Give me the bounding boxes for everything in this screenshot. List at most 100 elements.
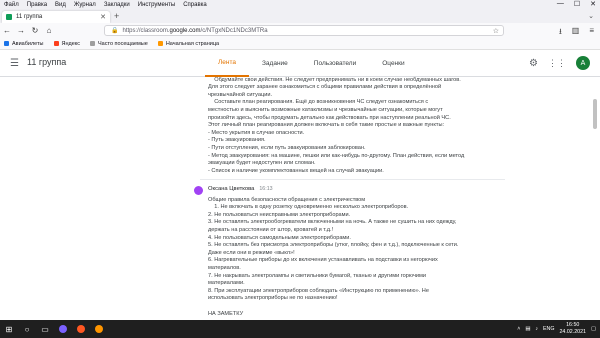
class-tabs: Лента Задание Пользователи Оценки <box>205 50 418 77</box>
bookmark-start-page[interactable]: Начальная страница <box>157 41 219 47</box>
app-icon[interactable] <box>72 320 90 338</box>
new-tab-icon[interactable]: + <box>114 11 119 21</box>
text-line: Даже если они в режиме «выкл»! <box>208 249 295 256</box>
text-line: 5. Не оставлять без присмотра электропри… <box>208 242 459 249</box>
volume-icon[interactable]: ♪ <box>535 326 538 332</box>
author-avatar <box>194 186 203 195</box>
menu-view[interactable]: Вид <box>55 2 66 8</box>
folder-icon <box>90 41 96 46</box>
close-window-icon[interactable]: ✕ <box>590 0 596 8</box>
tab-grades[interactable]: Оценки <box>369 50 417 77</box>
text-line: Этот личный план реагирования должен вкл… <box>208 122 445 129</box>
menu-bookmarks[interactable]: Закладки <box>104 2 130 8</box>
firefox-taskbar-icon[interactable] <box>90 320 108 338</box>
clock-date: 24.02.2021 <box>559 328 586 335</box>
stream-content: привести к гибели. Обдумайте свои действ… <box>0 77 600 320</box>
tab-title: 11 группа <box>16 14 43 20</box>
window-controls: — ☐ ✕ <box>547 0 596 8</box>
text-line: чрезвычайной ситуации. <box>208 91 272 98</box>
address-bar[interactable]: 🔒 https://classroom.google.com/c/NTgxNDc… <box>104 25 504 36</box>
back-icon[interactable]: ← <box>0 26 14 35</box>
tab-list-chevron-down-icon[interactable]: ⌄ <box>588 12 594 20</box>
minimize-icon[interactable]: — <box>557 0 564 8</box>
scrollbar[interactable] <box>593 79 597 317</box>
bookmark-star-icon[interactable]: ☆ <box>493 27 499 35</box>
text-line: использовать электроприборы не по назнач… <box>208 295 338 302</box>
close-tab-icon[interactable]: ✕ <box>100 13 106 21</box>
text-line: Для этого следует заранее ознакомиться с… <box>208 84 442 91</box>
text-line: эвакуации будет недоступен или сломан. <box>208 160 316 167</box>
text-line: 1. Не включать в одну розетку одновремен… <box>208 204 409 211</box>
comment-body: Общие правила безопасности обращения с э… <box>208 197 508 319</box>
text-line: материалов. <box>208 264 241 271</box>
clock[interactable]: 16:50 24.02.2021 <box>559 322 586 335</box>
system-tray: ˄ ▤ ♪ ENG 16:50 24.02.2021 ▢ <box>517 322 596 335</box>
text-line: - Путь эвакуирования. <box>208 137 266 144</box>
text-line: НА ЗАМЕТКУ <box>208 310 244 317</box>
text-line: - Список и наличие укомплектованных веще… <box>208 167 384 174</box>
divider <box>200 179 505 180</box>
menu-tools[interactable]: Инструменты <box>138 2 175 8</box>
classroom-favicon-icon <box>6 14 12 20</box>
bookmark-icon <box>4 41 9 46</box>
app-icon[interactable] <box>54 320 72 338</box>
header-actions: ⚙ ⋮⋮ A <box>529 56 590 70</box>
avatar[interactable]: A <box>576 56 590 70</box>
lock-icon[interactable]: 🔒 <box>111 27 118 34</box>
classroom-header: ☰ 11 группа Лента Задание Пользователи О… <box>0 50 600 77</box>
hamburger-menu-icon[interactable]: ☰ <box>10 58 19 69</box>
gear-icon[interactable]: ⚙ <box>529 58 538 69</box>
text-line: - Пути отступления, если путь эвакуирова… <box>208 144 366 151</box>
tab-strip: 11 группа ✕ + ⌄ <box>0 10 600 23</box>
yandex-icon <box>53 41 59 46</box>
text-line: - Метод эвакуирования: на машине, пешки … <box>208 152 465 159</box>
windows-taskbar: ⊞ ○ ▭ ˄ ▤ ♪ ENG 16:50 24.02.2021 ▢ <box>0 320 600 338</box>
browser-menubar: Файл Правка Вид Журнал Закладки Инструме… <box>0 0 600 10</box>
notifications-icon[interactable]: ▢ <box>591 326 596 332</box>
scrollbar-thumb[interactable] <box>593 99 597 129</box>
home-icon[interactable]: ⌂ <box>42 26 56 35</box>
comment: Оксана Цветкова 16:13 Общие правила безо… <box>208 186 508 318</box>
comment-header: Оксана Цветкова 16:13 <box>208 186 508 194</box>
text-line: материалами. <box>208 280 245 287</box>
bookmark-yandex[interactable]: Яндекс <box>53 41 80 47</box>
navigation-bar: ← → ↻ ⌂ 🔒 https://classroom.google.com/c… <box>0 23 600 38</box>
browser-tab[interactable]: 11 группа ✕ <box>2 11 110 23</box>
bookmark-aviabilety[interactable]: Авиабилеты <box>4 41 44 47</box>
text-line: - Место укрытия в случае опасности. <box>208 129 305 136</box>
menu-history[interactable]: Журнал <box>74 2 96 8</box>
apps-grid-icon[interactable]: ⋮⋮ <box>548 58 566 69</box>
menu-edit[interactable]: Правка <box>27 2 47 8</box>
text-line: Общие правила безопасности обращения с э… <box>208 196 366 203</box>
post-body: привести к гибели. Обдумайте свои действ… <box>208 77 508 175</box>
tab-classwork[interactable]: Задание <box>249 50 301 77</box>
tab-people[interactable]: Пользователи <box>301 50 369 77</box>
class-name[interactable]: 11 группа <box>27 57 66 67</box>
text-line: Составьте план реагирования. Ещё до возн… <box>208 99 429 106</box>
text-line: 3. Не оставлять электрообогреватели вклю… <box>208 219 457 226</box>
tab-stream[interactable]: Лента <box>205 50 249 77</box>
bookmark-most-visited[interactable]: Часто посещаемые <box>90 41 148 47</box>
comment-author: Оксана Цветкова <box>208 186 255 192</box>
language-indicator[interactable]: ENG <box>543 326 554 332</box>
chevron-up-icon[interactable]: ˄ <box>517 326 520 332</box>
reload-icon[interactable]: ↻ <box>28 26 42 35</box>
firefox-icon <box>157 41 163 46</box>
menu-help[interactable]: Справка <box>183 2 207 8</box>
windows-start-icon[interactable]: ⊞ <box>0 320 18 338</box>
task-view-icon[interactable]: ▭ <box>36 320 54 338</box>
text-line: 6. Нагревательные приборы до их включени… <box>208 257 438 264</box>
text-line: 2. Не пользоваться неисправными электроп… <box>208 211 351 218</box>
text-line: местностью и выяснить возможные катаклиз… <box>208 106 443 113</box>
text-line: держать на расстоянии от штор, кроватей … <box>208 226 334 233</box>
url-text: https://classroom.google.com/c/NTgxNDc1N… <box>122 27 268 34</box>
network-icon[interactable]: ▤ <box>525 326 530 332</box>
text-line: 7. Не накрывать электролампы и светильни… <box>208 272 426 279</box>
comment-time: 16:13 <box>259 186 273 192</box>
text-line: 8. При эксплуатации электроприборов собл… <box>208 287 429 294</box>
forward-icon[interactable]: → <box>14 26 28 35</box>
menu-file[interactable]: Файл <box>4 2 19 8</box>
bookmarks-toolbar: Авиабилеты Яндекс Часто посещаемые Начал… <box>0 38 600 50</box>
search-icon[interactable]: ○ <box>18 320 36 338</box>
maximize-icon[interactable]: ☐ <box>574 0 580 8</box>
